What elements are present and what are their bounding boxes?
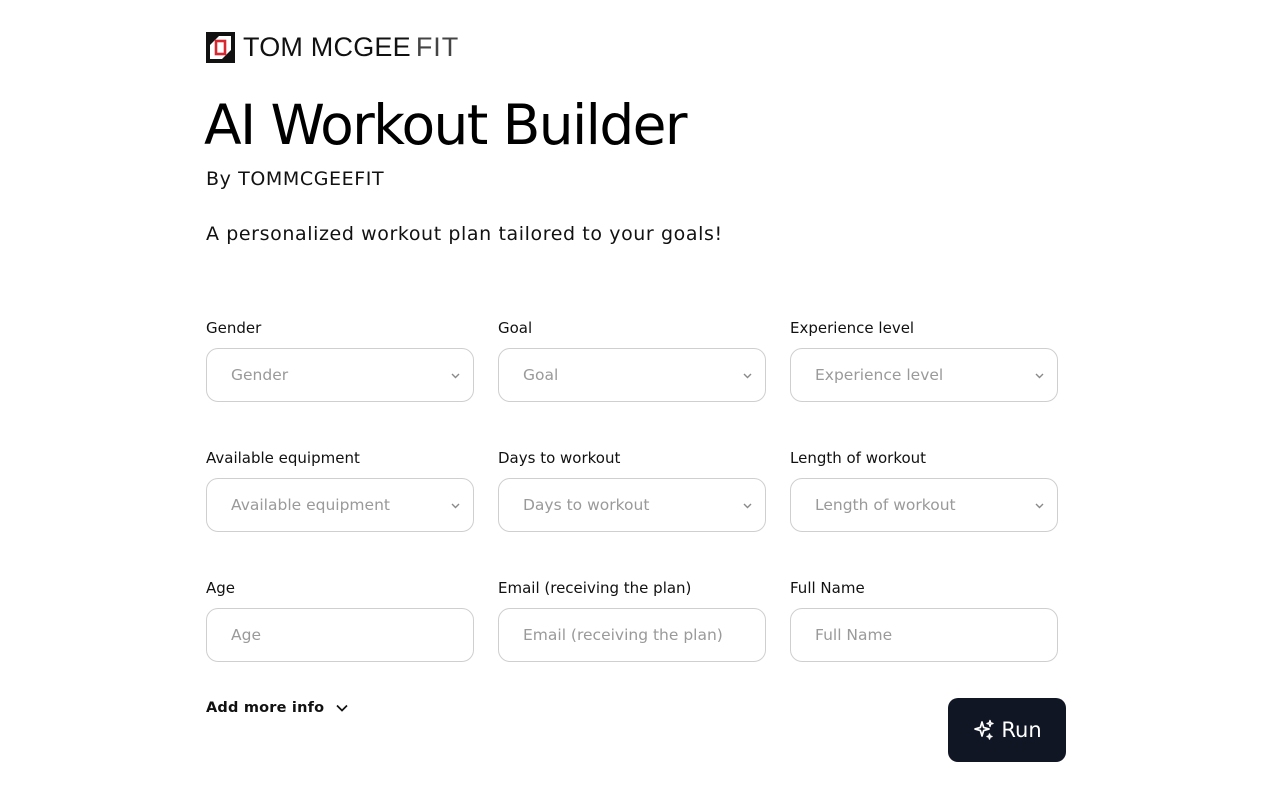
- brand-name-thin: FIT: [415, 32, 460, 62]
- full-name-label: Full Name: [790, 579, 865, 597]
- experience-label: Experience level: [790, 319, 915, 337]
- days-field: Days to workout Days to workout: [498, 448, 766, 532]
- goal-select[interactable]: Goal: [498, 348, 766, 402]
- chevron-down-icon: [1035, 373, 1044, 379]
- gender-field: Gender Gender: [206, 318, 474, 402]
- brand-name-bold: TOM MCGEE: [243, 32, 411, 62]
- add-more-info-toggle[interactable]: Add more info: [206, 697, 349, 719]
- goal-field: Goal Goal: [498, 318, 766, 402]
- equipment-field: Available equipment Available equipment: [206, 448, 474, 532]
- add-more-info-label: Add more info: [206, 700, 325, 716]
- full-name-input-wrapper: [790, 608, 1058, 662]
- equipment-select-placeholder: Available equipment: [231, 496, 390, 514]
- days-select-placeholder: Days to workout: [523, 496, 650, 514]
- brand-logo[interactable]: TOM MCGEE FIT: [206, 32, 459, 63]
- email-input-wrapper: [498, 608, 766, 662]
- length-select-placeholder: Length of workout: [815, 496, 956, 514]
- days-select[interactable]: Days to workout: [498, 478, 766, 532]
- email-field: Email (receiving the plan): [498, 578, 766, 662]
- experience-field: Experience level Experience level: [790, 318, 1058, 402]
- length-select[interactable]: Length of workout: [790, 478, 1058, 532]
- byline: By TOMMCGEEFIT: [206, 168, 385, 190]
- equipment-label: Available equipment: [206, 449, 360, 467]
- experience-select-placeholder: Experience level: [815, 366, 944, 384]
- chevron-down-icon: [743, 503, 752, 509]
- chevron-down-icon: [743, 373, 752, 379]
- logo-mark-icon: [206, 32, 235, 63]
- gender-select-placeholder: Gender: [231, 366, 289, 384]
- equipment-select[interactable]: Available equipment: [206, 478, 474, 532]
- experience-select[interactable]: Experience level: [790, 348, 1058, 402]
- length-label: Length of workout: [790, 449, 927, 467]
- chevron-down-icon: [451, 503, 460, 509]
- chevron-down-icon: [1035, 503, 1044, 509]
- goal-label: Goal: [498, 319, 533, 337]
- page: TOM MCGEE FIT AI Workout Builder By TOMMC…: [0, 0, 1280, 800]
- days-label: Days to workout: [498, 449, 621, 467]
- chevron-down-icon: [451, 373, 460, 379]
- brand-name: TOM MCGEE FIT: [243, 32, 459, 63]
- sparkles-icon: [974, 719, 995, 740]
- run-button[interactable]: Run: [948, 698, 1066, 762]
- age-field: Age: [206, 578, 474, 662]
- age-input-wrapper: [206, 608, 474, 662]
- email-input[interactable]: [499, 609, 765, 661]
- goal-select-placeholder: Goal: [523, 366, 559, 384]
- full-name-input[interactable]: [791, 609, 1057, 661]
- full-name-field: Full Name: [790, 578, 1058, 662]
- tagline: A personalized workout plan tailored to …: [206, 223, 723, 245]
- age-input[interactable]: [207, 609, 473, 661]
- gender-select[interactable]: Gender: [206, 348, 474, 402]
- length-field: Length of workout Length of workout: [790, 448, 1058, 532]
- age-label: Age: [206, 579, 236, 597]
- page-title: AI Workout Builder: [204, 93, 688, 157]
- email-label: Email (receiving the plan): [498, 579, 692, 597]
- run-button-label: Run: [1001, 718, 1042, 742]
- chevron-down-icon: [336, 704, 348, 712]
- gender-label: Gender: [206, 319, 262, 337]
